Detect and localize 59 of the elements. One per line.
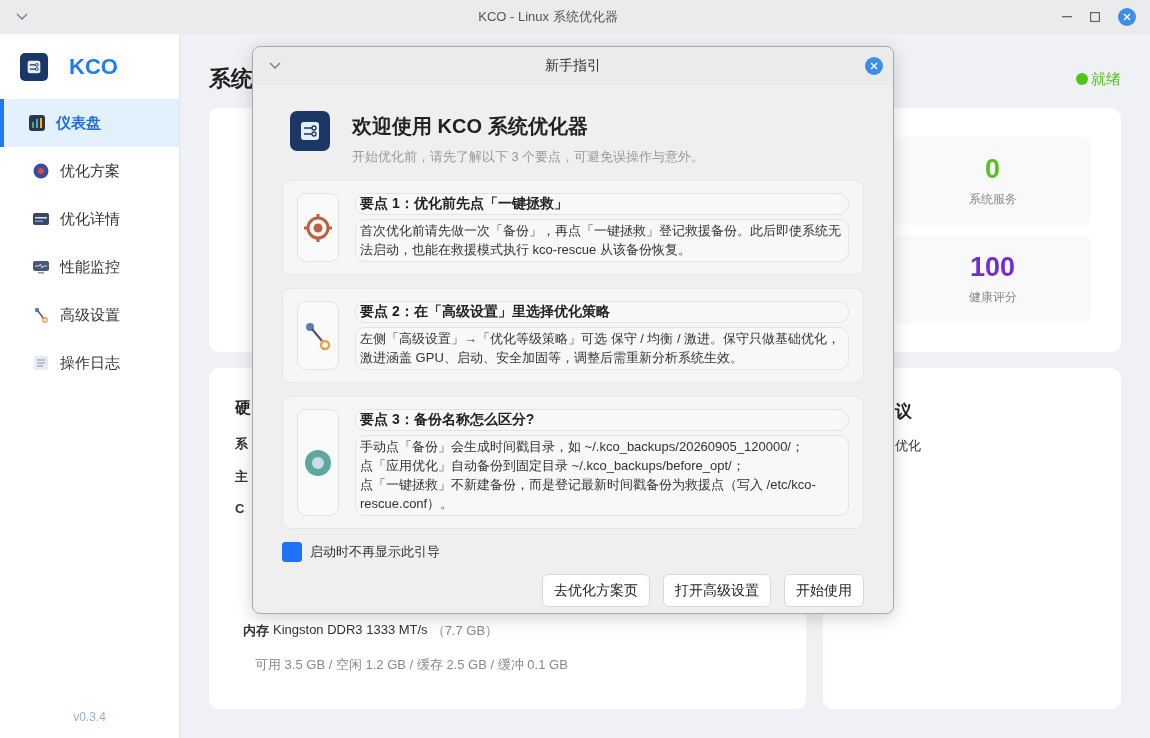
memory-detail: 可用 3.5 GB / 空闲 1.2 GB / 缓存 2.5 GB / 缓冲 0.1 GB xyxy=(255,656,568,674)
memory-model: Kingston DDR3 1333 MT/s xyxy=(273,622,428,639)
tip-text: 首次优化前请先做一次「备份」，再点「一键拯救」登记救援备份。此后即使系统无法启动，也能在救援模式执行 kco-rescue 从该备份恢复。 xyxy=(360,222,842,259)
tip-title: 要点 3：备份名称怎么区分? xyxy=(355,409,849,431)
target-icon xyxy=(303,212,333,243)
sidebar-item[interactable]: 高级设置 xyxy=(0,291,179,339)
stat-value: 0 xyxy=(985,154,1000,185)
sidebar-item[interactable]: 仪表盘 xyxy=(0,99,179,147)
page-title: 系统 xyxy=(209,65,253,93)
app-logo-icon xyxy=(290,111,330,151)
tip-text: 左侧「高级设置」→「优化等级策略」可选 保守 / 均衡 / 激进。保守只做基础优化，激进涵盖 GPU、启动、安全加固等，调整后需重新分析系统生效。 xyxy=(360,330,842,367)
dialog-subtitle: 开始优化前，请先了解以下 3 个要点，可避免误操作与意外。 xyxy=(352,148,705,166)
bar-chart-icon xyxy=(29,115,45,131)
minimize-icon[interactable] xyxy=(1062,16,1072,18)
wrench-icon xyxy=(34,307,48,323)
card-title: 硬 xyxy=(235,398,251,418)
sidebar-item[interactable]: 操作日志 xyxy=(0,339,179,387)
stat-label: 健康评分 xyxy=(968,289,1017,306)
app-logo-icon xyxy=(20,52,48,81)
sidebar-item[interactable]: 优化详情 xyxy=(0,195,179,243)
close-icon[interactable] xyxy=(865,57,883,75)
window-title: KCO - Linux 系统优化器 xyxy=(477,8,619,26)
dialog-title: 新手指引 xyxy=(544,57,602,75)
checkbox[interactable] xyxy=(282,542,302,562)
chevron-down-icon[interactable] xyxy=(16,13,28,21)
advice-text: 优化 xyxy=(895,437,921,455)
row-label: 主 xyxy=(235,468,248,486)
app-name: KCO xyxy=(69,53,118,80)
tip-text: 点「应用优化」自动备份到固定目录 ~/.kco_backups/before_opt/； xyxy=(360,457,746,475)
tip-text: 手动点「备份」会生成时间戳目录，如 ~/.kco_backups/20260905_120000/； xyxy=(360,438,805,456)
chevron-down-icon[interactable] xyxy=(269,62,281,70)
wrench-icon xyxy=(305,320,331,351)
status-dot xyxy=(1076,73,1088,85)
sidebar-item[interactable]: 性能监控 xyxy=(0,243,179,291)
maximize-icon[interactable] xyxy=(1090,12,1100,22)
dialog-heading: 欢迎使用 KCO 系统优化器 xyxy=(352,114,589,139)
tip-title: 要点 2：在「高级设置」里选择优化策略 xyxy=(355,301,849,323)
sidebar-item[interactable]: 优化方案 xyxy=(0,147,179,195)
target-icon xyxy=(33,163,49,179)
checkbox-label[interactable]: 启动时不再显示此引导 xyxy=(310,543,440,561)
dialog-button[interactable]: 开始使用 xyxy=(784,574,864,607)
card-title: 议 xyxy=(895,401,912,423)
dialog-button[interactable]: 打开高级设置 xyxy=(663,574,771,607)
tip-title: 要点 1：优化前先点「一键拯救」 xyxy=(355,193,849,215)
dialog-button[interactable]: 去优化方案页 xyxy=(542,574,650,607)
monitor-icon xyxy=(33,260,49,274)
card-icon xyxy=(33,213,49,225)
stat-label: 系统服务 xyxy=(968,191,1017,208)
memory-label: 内存 xyxy=(243,622,269,640)
tip-text: 点「一键拯救」不新建备份，而是登记最新时间戳备份为救援点（写入 /etc/kco-rescue.conf）。 xyxy=(360,476,817,513)
row-label: C xyxy=(235,501,245,518)
document-icon xyxy=(34,356,48,370)
row-label: 系 xyxy=(235,435,248,453)
disc-icon xyxy=(304,448,332,477)
stat-value: 100 xyxy=(969,252,1016,283)
memory-size: （7.7 GB） xyxy=(431,622,499,640)
status-label: 就绪 xyxy=(1091,69,1121,89)
close-icon[interactable] xyxy=(1118,8,1136,26)
version-label: v0.3.4 xyxy=(72,710,107,726)
